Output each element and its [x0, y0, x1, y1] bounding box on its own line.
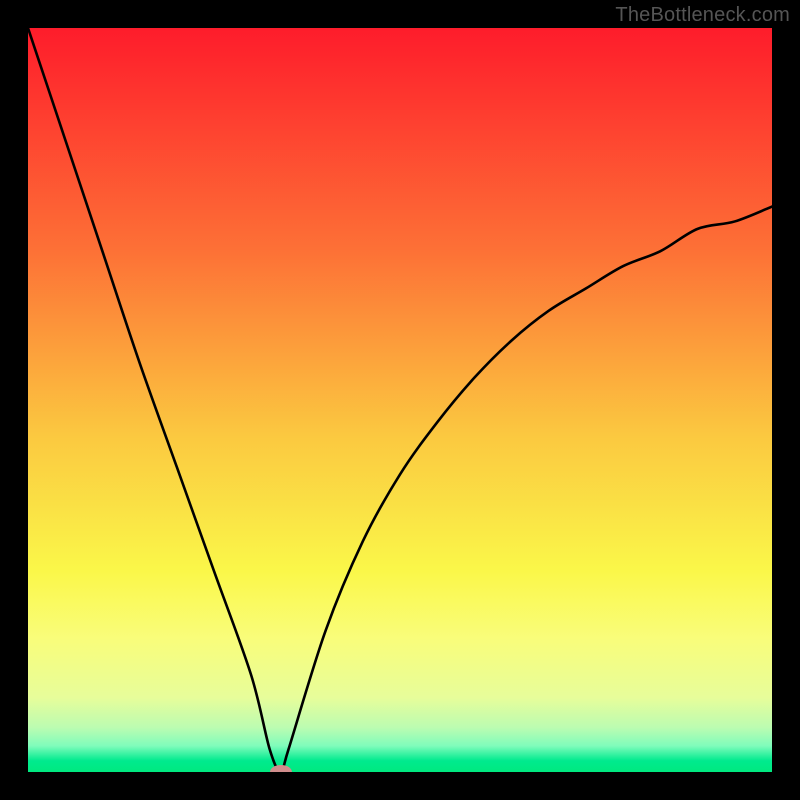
gradient-background: [28, 28, 772, 772]
chart-frame: TheBottleneck.com: [0, 0, 800, 800]
attribution-text: TheBottleneck.com: [615, 4, 790, 27]
chart-svg: [28, 28, 772, 772]
plot-area: [28, 28, 772, 772]
